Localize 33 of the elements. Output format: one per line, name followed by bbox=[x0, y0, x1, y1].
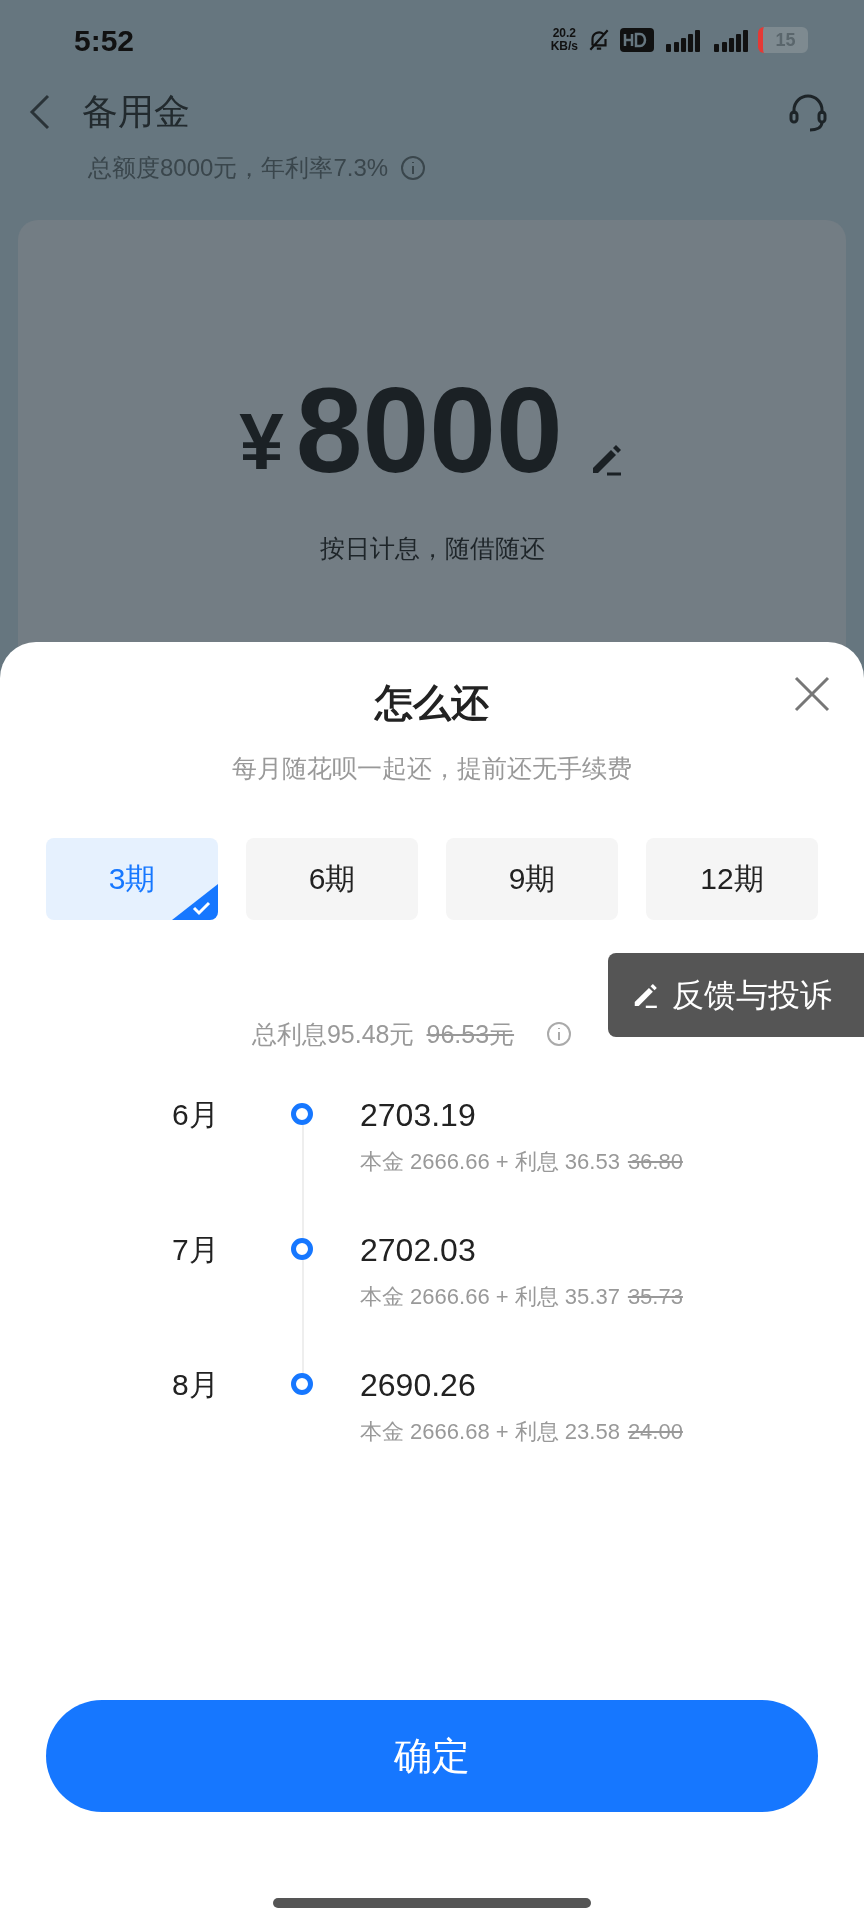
payment-breakdown: 本金 2666.66 + 利息 36.53 bbox=[360, 1148, 620, 1176]
payment-amount: 2690.26 bbox=[360, 1366, 477, 1405]
original-interest: 96.53元 bbox=[426, 1018, 515, 1050]
month-label: 6月 bbox=[172, 1097, 220, 1133]
status-time: 5:52 bbox=[74, 22, 135, 59]
term-option[interactable]: 3期 bbox=[46, 837, 218, 920]
page-title: 备用金 bbox=[82, 90, 190, 134]
month-label: 7月 bbox=[172, 1232, 220, 1268]
feedback-button[interactable]: 反馈与投诉 bbox=[608, 953, 864, 1037]
network-speed: 20.2 KB/s bbox=[550, 27, 578, 53]
hd-icon bbox=[620, 28, 654, 52]
term-option[interactable]: 12期 bbox=[646, 837, 818, 920]
original-interest: 36.80 bbox=[627, 1148, 683, 1176]
term-option[interactable]: 9期 bbox=[446, 837, 618, 920]
month-label: 8月 bbox=[172, 1367, 220, 1403]
sheet-subtitle: 每月随花呗一起还，提前还无手续费 bbox=[232, 753, 632, 784]
info-icon[interactable] bbox=[400, 155, 427, 181]
info-icon[interactable] bbox=[546, 1021, 573, 1048]
payment-amount: 2702.03 bbox=[360, 1231, 477, 1270]
loan-amount: 8000 bbox=[295, 370, 563, 490]
payment-amount: 2703.19 bbox=[360, 1096, 477, 1135]
sheet-title: 怎么还 bbox=[375, 681, 489, 726]
total-interest: 总利息95.48元 bbox=[251, 1018, 415, 1050]
original-interest: 35.73 bbox=[627, 1283, 683, 1311]
original-interest: 24.00 bbox=[627, 1418, 683, 1446]
check-corner-icon bbox=[172, 883, 218, 920]
payment-breakdown: 本金 2666.68 + 利息 23.58 bbox=[360, 1418, 620, 1446]
close-icon[interactable] bbox=[792, 674, 832, 714]
interest-note: 按日计息，随借随还 bbox=[319, 533, 545, 564]
term-option[interactable]: 6期 bbox=[246, 837, 418, 920]
payment-breakdown: 本金 2666.66 + 利息 35.37 bbox=[360, 1283, 620, 1311]
confirm-button[interactable]: 确定 bbox=[46, 1700, 818, 1812]
currency-symbol: ¥ bbox=[239, 402, 284, 482]
